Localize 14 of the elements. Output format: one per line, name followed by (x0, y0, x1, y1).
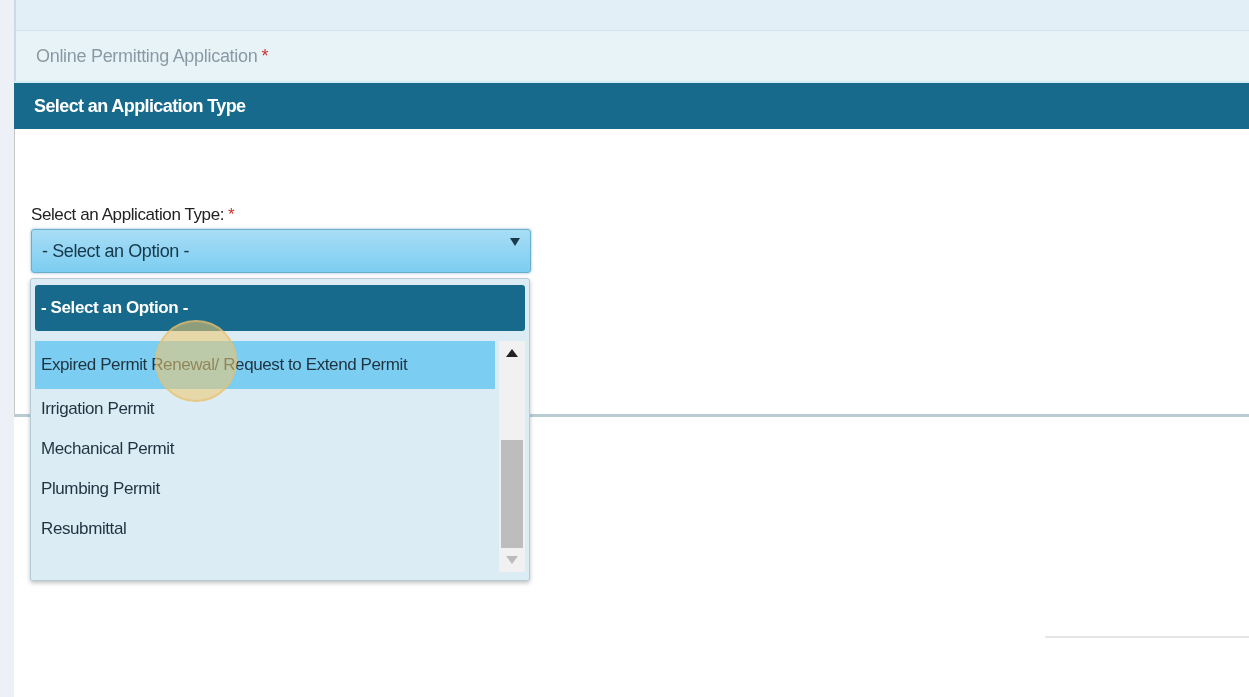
step-label[interactable]: Online Permitting Application * (14, 31, 1249, 81)
dropdown-option[interactable]: Plumbing Permit (35, 469, 495, 509)
dropdown-option[interactable]: Mechanical Permit (35, 429, 495, 469)
scroll-down-icon[interactable] (506, 556, 518, 564)
dropdown-option[interactable]: - Select an Option - (35, 285, 525, 331)
scrollbar[interactable] (499, 341, 525, 572)
dropdown-option[interactable]: Resubmittal (35, 509, 495, 549)
caret-icon (510, 238, 520, 246)
section-header: Select an Application Type (14, 81, 1249, 129)
application-type-select[interactable]: - Select an Option - (31, 229, 531, 273)
dropdown-option[interactable]: Irrigation Permit (35, 389, 495, 429)
scrollbar-thumb[interactable] (501, 440, 523, 548)
scroll-up-icon[interactable] (506, 349, 518, 357)
field-label: Select an Application Type: * (31, 205, 236, 225)
